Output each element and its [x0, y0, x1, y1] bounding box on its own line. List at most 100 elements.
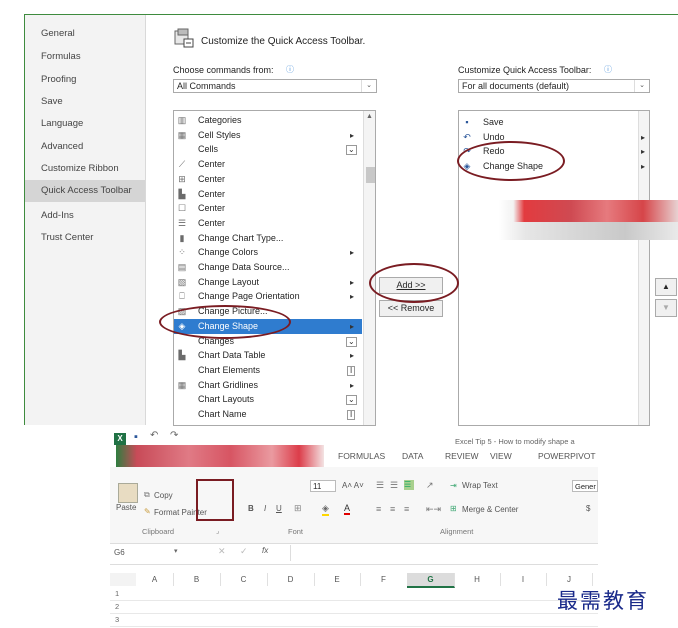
column-header[interactable]: F — [360, 573, 408, 586]
font-size-select[interactable]: 11 — [310, 480, 336, 492]
command-item[interactable]: ⎕ Change Page Orientation ▸ — [174, 289, 362, 304]
nav-item-trust-center[interactable]: Trust Center — [25, 227, 145, 249]
align-bottom-icon[interactable]: ☰ — [404, 480, 414, 490]
number-format-select[interactable]: Gener — [572, 480, 598, 492]
ribbon-tab-data[interactable]: DATA — [402, 451, 423, 461]
window-title: Excel Tip 5 - How to modify shape a — [455, 437, 575, 446]
nav-item-add-ins[interactable]: Add-Ins — [25, 205, 145, 227]
nav-item-formulas[interactable]: Formulas — [25, 46, 145, 68]
command-item[interactable]: Cells ⌄ — [174, 142, 362, 157]
nav-item-save[interactable]: Save — [25, 91, 145, 113]
ribbon-tab-view[interactable]: VIEW — [490, 451, 512, 461]
select-all-corner[interactable] — [110, 573, 136, 586]
paste-icon[interactable] — [118, 483, 138, 503]
dialog-launcher-icon[interactable]: ⌟ — [216, 527, 219, 535]
name-box[interactable]: G6 — [114, 548, 125, 557]
commands-list[interactable]: ▲ ▥ Categories ▦ Cell Styles ▸ Cells ⌄ ⟋ Center ⊞… — [173, 110, 376, 426]
nav-item-advanced[interactable]: Advanced — [25, 136, 145, 158]
copy-button[interactable]: Copy — [154, 491, 173, 500]
scroll-up-icon[interactable]: ▲ — [366, 113, 373, 120]
cancel-icon[interactable]: ✕ — [218, 546, 226, 557]
nav-item-language[interactable]: Language — [25, 113, 145, 135]
command-item[interactable]: ▙ Chart Data Table ▸ — [174, 348, 362, 363]
column-header[interactable]: B — [173, 573, 221, 586]
merge-center-button[interactable]: Merge & Center — [462, 505, 518, 514]
font-color-icon[interactable]: A — [344, 503, 351, 515]
command-item[interactable]: ⟋ Center — [174, 157, 362, 172]
chevron-down-icon[interactable]: ▾ — [174, 547, 178, 555]
command-item[interactable]: ⁘ Change Colors ▸ — [174, 245, 362, 260]
toolbar-item[interactable]: ▪ Save — [459, 115, 637, 130]
underline-button[interactable]: U — [276, 504, 282, 513]
command-item[interactable]: Chart Layouts ⌄ — [174, 392, 362, 407]
borders-icon[interactable]: ⊞ — [294, 503, 302, 514]
align-left-icon[interactable]: ≡ — [376, 504, 381, 514]
nav-item-quick-access-toolbar[interactable]: Quick Access Toolbar — [25, 180, 145, 202]
redo-icon[interactable]: ↷ — [170, 430, 178, 441]
customize-qat-select[interactable]: For all documents (default) ⌄ — [458, 79, 650, 93]
bold-button[interactable]: B — [248, 504, 254, 513]
command-item[interactable]: ▦ Cell Styles ▸ — [174, 128, 362, 143]
column-header[interactable]: E — [314, 573, 361, 586]
save-icon[interactable]: ▪ — [134, 431, 138, 443]
command-label: Change Page Orientation — [198, 291, 300, 302]
command-item[interactable]: ▥ Categories — [174, 113, 362, 128]
command-item[interactable]: ☐ Center — [174, 201, 362, 216]
align-right-icon[interactable]: ≡ — [404, 504, 409, 514]
insert-function-icon[interactable]: fx — [262, 546, 268, 555]
grow-font-button[interactable]: A˄ A˅ — [342, 481, 364, 490]
command-item[interactable]: Chart Elements I — [174, 363, 362, 378]
fill-color-icon[interactable]: ◈ — [322, 503, 329, 516]
nav-item-customize-ribbon[interactable]: Customize Ribbon — [25, 158, 145, 180]
formula-input[interactable] — [290, 545, 599, 561]
command-item[interactable]: ▦ Chart Gridlines ▸ — [174, 378, 362, 393]
align-center-icon[interactable]: ≡ — [390, 504, 395, 514]
number-format-value: Gener — [575, 482, 596, 491]
column-header[interactable]: I — [500, 573, 547, 586]
submenu-arrow-icon: ▸ — [350, 351, 355, 361]
row-header[interactable]: 1 — [110, 589, 136, 598]
column-header[interactable]: C — [220, 573, 268, 586]
ribbon-tab-review[interactable]: REVIEW — [445, 451, 479, 461]
align-middle-icon[interactable]: ☰ — [390, 480, 398, 491]
command-item[interactable]: ▙ Center — [174, 187, 362, 202]
undo-icon[interactable]: ↶ — [150, 430, 158, 441]
ribbon-tab-powerpivot[interactable]: POWERPIVOT — [538, 451, 596, 461]
customize-qat-label: Customize Quick Access Toolbar: — [458, 65, 592, 75]
command-item[interactable]: ⊞ Center — [174, 172, 362, 187]
paste-button[interactable]: Paste — [116, 503, 136, 512]
row-header[interactable]: 3 — [110, 615, 136, 624]
move-up-button[interactable]: ▲ — [655, 278, 677, 296]
column-header[interactable]: A — [136, 573, 174, 586]
command-item[interactable]: ☰ Center — [174, 216, 362, 231]
row-header[interactable]: 2 — [110, 602, 136, 611]
column-header[interactable]: G — [407, 573, 455, 588]
enter-icon[interactable]: ✓ — [240, 546, 248, 557]
command-item[interactable]: ▮ Change Chart Type... — [174, 231, 362, 246]
column-header[interactable]: D — [267, 573, 315, 586]
commands-scrollbar[interactable]: ▲ — [363, 111, 375, 425]
move-down-button[interactable]: ▼ — [655, 299, 677, 317]
wrap-text-button[interactable]: Wrap Text — [462, 481, 498, 490]
column-header[interactable]: H — [454, 573, 501, 586]
orientation-icon[interactable]: ↗ — [426, 480, 434, 491]
command-item[interactable]: ▤ Change Data Source... — [174, 260, 362, 275]
command-label: Center — [198, 217, 226, 228]
redacted-area — [499, 222, 678, 240]
nav-item-proofing[interactable]: Proofing — [25, 69, 145, 91]
scroll-thumb[interactable] — [366, 167, 375, 183]
grid-line — [110, 626, 598, 627]
italic-button[interactable]: I — [264, 504, 266, 513]
currency-button[interactable]: $ — [586, 504, 590, 513]
section-title: Customize the Quick Access Toolbar. — [201, 36, 366, 47]
align-top-icon[interactable]: ☰ — [376, 480, 384, 491]
ribbon-tab-formulas[interactable]: FORMULAS — [338, 451, 385, 461]
chevron-down-icon[interactable]: ⌄ — [361, 80, 376, 92]
command-item[interactable]: ▧ Change Layout ▸ — [174, 275, 362, 290]
command-item[interactable]: Chart Name I — [174, 407, 362, 422]
submenu-arrow-icon: ▸ — [641, 132, 646, 142]
chevron-down-icon[interactable]: ⌄ — [634, 80, 649, 92]
nav-item-general[interactable]: General — [25, 23, 145, 45]
choose-commands-select[interactable]: All Commands ⌄ — [173, 79, 377, 93]
indent-icon[interactable]: ⇤⇥ — [426, 504, 441, 515]
